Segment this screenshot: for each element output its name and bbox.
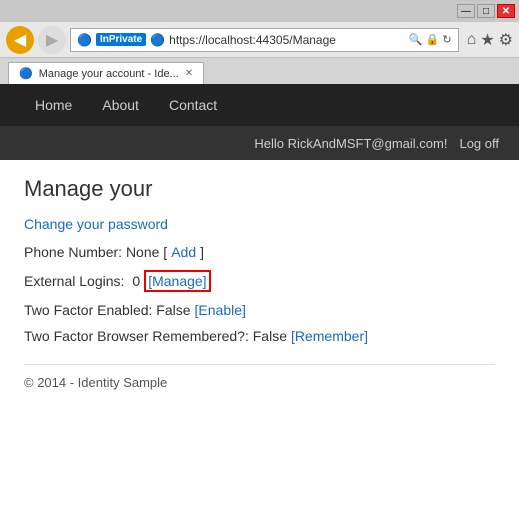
ext-logins-label: External Logins:: [24, 273, 124, 289]
ie-logo-icon: 🔵: [77, 33, 92, 47]
page-navbar: Home About Contact: [0, 84, 519, 126]
logoff-link[interactable]: Log off: [459, 136, 499, 151]
tab-favicon-icon: 🔵: [19, 67, 33, 80]
address-text: https://localhost:44305/Manage: [169, 33, 405, 47]
manage-highlight-box: [Manage]: [144, 270, 210, 292]
tab-close-button[interactable]: ✕: [185, 68, 193, 79]
tab-title: Manage your account - Ide...: [39, 68, 179, 80]
inprivate-badge: InPrivate: [96, 33, 146, 46]
home-icon[interactable]: ⌂: [467, 31, 477, 49]
manage-logins-link[interactable]: [Manage]: [148, 273, 206, 289]
external-logins-row: External Logins: 0 [Manage]: [24, 270, 495, 292]
change-password-link[interactable]: Change your password: [24, 216, 495, 232]
settings-icon[interactable]: ⚙: [499, 30, 513, 50]
two-factor-label: Two Factor Enabled: False: [24, 302, 191, 318]
main-content: Manage your Change your password Phone N…: [0, 160, 519, 406]
tab-bar: 🔵 Manage your account - Ide... ✕: [0, 58, 519, 84]
close-button[interactable]: ✕: [497, 4, 515, 18]
favorites-icon[interactable]: ★: [480, 30, 494, 50]
page-favicon-icon: 🔵: [150, 33, 165, 47]
address-bar[interactable]: 🔵 InPrivate 🔵 https://localhost:44305/Ma…: [70, 28, 459, 52]
active-tab[interactable]: 🔵 Manage your account - Ide... ✕: [8, 62, 204, 84]
address-action-icons: 🔍 🔒 ↻: [409, 33, 452, 46]
nav-home[interactable]: Home: [20, 84, 87, 126]
nav-contact[interactable]: Contact: [154, 84, 232, 126]
enable-two-factor-link[interactable]: [Enable]: [195, 302, 246, 318]
title-bar: — □ ✕: [0, 0, 519, 22]
ext-logins-count: 0: [132, 273, 140, 289]
add-phone-link[interactable]: Add: [171, 244, 196, 260]
user-bar: Hello RickAndMSFT@gmail.com! Log off: [0, 126, 519, 160]
two-factor-browser-row: Two Factor Browser Remembered?: False [R…: [24, 328, 495, 344]
nav-bar: ◀ ▶ 🔵 InPrivate 🔵 https://localhost:4430…: [0, 22, 519, 58]
footer-text: © 2014 - Identity Sample: [24, 375, 495, 390]
footer-divider: [24, 364, 495, 365]
minimize-button[interactable]: —: [457, 4, 475, 18]
phone-suffix: ]: [200, 244, 204, 260]
maximize-button[interactable]: □: [477, 4, 495, 18]
nav-about[interactable]: About: [87, 84, 154, 126]
back-button[interactable]: ◀: [6, 26, 34, 54]
phone-label: Phone Number: None [: [24, 244, 167, 260]
hello-text: Hello RickAndMSFT@gmail.com!: [254, 136, 447, 151]
toolbar-icons: ⌂ ★ ⚙: [467, 30, 513, 50]
two-factor-browser-label: Two Factor Browser Remembered?: False: [24, 328, 287, 344]
phone-number-row: Phone Number: None [ Add ]: [24, 244, 495, 260]
two-factor-row: Two Factor Enabled: False [Enable]: [24, 302, 495, 318]
remember-browser-link[interactable]: [Remember]: [291, 328, 368, 344]
page-title: Manage your: [24, 176, 495, 202]
forward-button[interactable]: ▶: [38, 26, 66, 54]
